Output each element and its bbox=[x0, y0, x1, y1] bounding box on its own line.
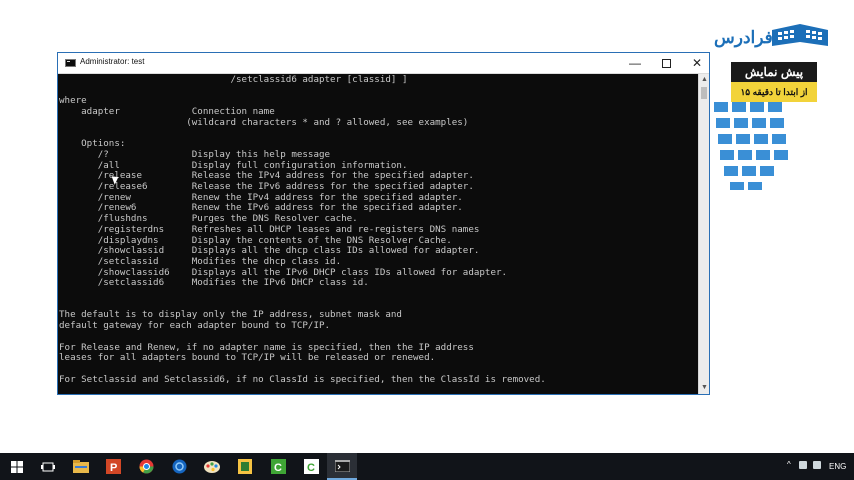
scroll-down-button[interactable]: ▼ bbox=[699, 383, 710, 393]
task-view-icon bbox=[41, 462, 55, 471]
console-output[interactable]: /setclassid6 adapter [classid] ] where ad… bbox=[58, 74, 698, 394]
language-indicator[interactable]: ENG bbox=[829, 462, 846, 471]
camtasia-icon: C bbox=[270, 459, 286, 474]
console-line: Options: bbox=[59, 138, 126, 150]
console-window: Administrator: test — ✕ /setclassid6 ada… bbox=[57, 52, 710, 395]
start-button[interactable] bbox=[2, 453, 32, 480]
chrome-icon bbox=[139, 459, 153, 474]
console-line: /displaydns Display the contents of the … bbox=[59, 234, 452, 246]
taskbar: P C C bbox=[0, 453, 854, 480]
file-explorer-button[interactable] bbox=[66, 453, 96, 480]
task-view-button[interactable] bbox=[33, 453, 63, 480]
preview-badge-title: پیش نمایش bbox=[731, 62, 817, 82]
console-line: /renew Renew the IPv4 address for the sp… bbox=[59, 191, 463, 203]
paint-button[interactable] bbox=[197, 453, 227, 480]
cmd-window-icon[interactable] bbox=[65, 59, 76, 67]
maximize-icon bbox=[661, 59, 671, 69]
camtasia-recorder-button[interactable]: C bbox=[296, 453, 326, 480]
console-line: /registerdns Refreshes all DHCP leases a… bbox=[59, 223, 480, 235]
paint-icon bbox=[204, 460, 220, 473]
browser-button[interactable] bbox=[164, 453, 194, 480]
chrome-button[interactable] bbox=[131, 453, 161, 480]
minimize-button[interactable]: — bbox=[619, 53, 651, 73]
console-line: /setclassid6 Modifies the IPv6 DHCP clas… bbox=[59, 277, 369, 289]
cmd-taskbar-button[interactable] bbox=[327, 453, 357, 480]
console-line: default gateway for each adapter bound t… bbox=[59, 320, 331, 332]
console-line: where bbox=[59, 95, 87, 107]
vertical-scrollbar[interactable]: ▲ ▼ bbox=[698, 74, 709, 394]
svg-text:C: C bbox=[274, 462, 282, 474]
console-line: adapter Connection name bbox=[59, 106, 275, 118]
decorative-grid-icon bbox=[714, 102, 788, 190]
console-line: For Setclassid and Setclassid6, if no Cl… bbox=[59, 373, 546, 385]
brand-logo-text: فرادرس bbox=[714, 28, 773, 47]
console-line: /flushdns Purges the DNS Resolver cache. bbox=[59, 213, 358, 225]
console-line: /setclassid6 adapter [classid] ] bbox=[59, 74, 408, 85]
scroll-thumb[interactable] bbox=[701, 87, 707, 99]
preview-badge: پیش نمایش از ابتدا تا دقیقه ۱۵ bbox=[731, 62, 817, 102]
console-line: /showclassid6 Displays all the IPv6 DHCP… bbox=[59, 266, 508, 278]
app-icon bbox=[238, 459, 252, 474]
network-icon[interactable] bbox=[799, 461, 807, 469]
console-line: /setclassid Modifies the dhcp class id. bbox=[59, 255, 342, 267]
powerpoint-icon: P bbox=[105, 459, 121, 474]
svg-text:C: C bbox=[307, 462, 315, 474]
console-line: /release Release the IPv4 address for th… bbox=[59, 170, 474, 182]
close-button[interactable]: ✕ bbox=[681, 53, 713, 73]
camtasia-recorder-icon: C bbox=[303, 459, 319, 474]
console-line: /release6 Release the IPv6 address for t… bbox=[59, 181, 474, 192]
title-bar[interactable]: Administrator: test — ✕ bbox=[58, 53, 709, 74]
app-button[interactable] bbox=[230, 453, 260, 480]
maximize-button[interactable] bbox=[650, 53, 682, 73]
console-line: /? Display this help message bbox=[59, 148, 331, 160]
tray-expand-icon[interactable]: ^ bbox=[787, 460, 791, 469]
console-line: The default is to display only the IP ad… bbox=[59, 309, 402, 321]
cmd-icon bbox=[334, 459, 350, 472]
powerpoint-button[interactable]: P bbox=[98, 453, 128, 480]
windows-start-icon bbox=[11, 460, 23, 473]
window-title: Administrator: test bbox=[80, 57, 145, 66]
console-line: (wildcard characters * and ? allowed, se… bbox=[59, 116, 469, 128]
volume-icon[interactable] bbox=[813, 461, 821, 469]
scroll-up-button[interactable]: ▲ bbox=[699, 75, 710, 85]
console-line: /showclassid Displays all the dhcp class… bbox=[59, 245, 480, 257]
svg-text:P: P bbox=[110, 462, 117, 474]
file-explorer-icon bbox=[73, 460, 89, 473]
console-line: /renew6 Renew the IPv6 address for the s… bbox=[59, 202, 463, 214]
console-line: leases for all adapters bound to TCP/IP … bbox=[59, 352, 436, 364]
camtasia-button[interactable]: C bbox=[263, 453, 293, 480]
console-line: /all Display full configuration informat… bbox=[59, 159, 408, 171]
console-line: For Release and Renew, if no adapter nam… bbox=[59, 341, 474, 353]
browser-icon bbox=[172, 459, 186, 474]
brand-book-icon bbox=[772, 24, 828, 46]
